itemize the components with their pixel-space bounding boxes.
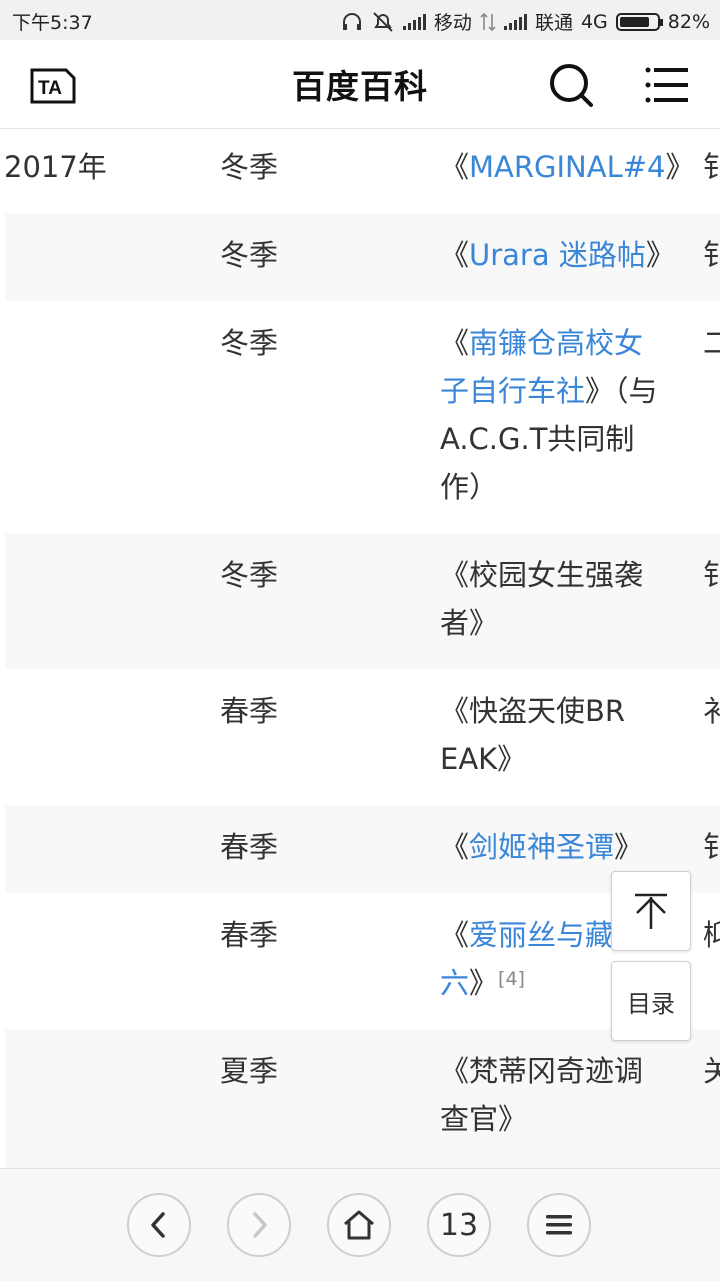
table-row: 2017年 冬季 《MARGINAL#4》 钅 [0, 129, 720, 213]
forward-button[interactable] [227, 1193, 291, 1257]
carrier-2: 联通 [534, 12, 573, 34]
title-cell: 《剑姬神圣谭》 [440, 830, 644, 864]
app-header: TA 百度百科 [0, 40, 720, 129]
network-type: 4G [580, 10, 608, 33]
chevron-left-icon [151, 1212, 165, 1238]
hamburger-icon [546, 1215, 572, 1235]
status-bar: 下午5:37 移动 联通 4G 82% [0, 0, 720, 40]
home-button[interactable] [327, 1193, 391, 1257]
signal-icon-1 [402, 13, 426, 30]
title-cell: 《MARGINAL#4》 [440, 150, 695, 184]
title-cell: 《Urara 迷路帖》 [440, 238, 675, 272]
status-right: 移动 联通 4G 82% [341, 8, 710, 35]
extra-cell: 钅 [703, 558, 720, 592]
season-cell: 春季 [220, 830, 279, 864]
table-row: 冬季 《校园女生强袭者》 钅 [0, 533, 720, 669]
pages-button[interactable]: 13 [427, 1193, 491, 1257]
season-cell: 冬季 [220, 238, 279, 272]
arrow-up-icon [635, 893, 667, 929]
title-link[interactable]: Urara 迷路帖 [469, 238, 646, 272]
page-title: 百度百科 [292, 67, 428, 106]
table-row: 春季 《快盗天使BREAK》 衤 [0, 669, 720, 805]
battery-icon [615, 12, 663, 31]
title-cell: 《梵蒂冈奇迹调查官》 [440, 1054, 644, 1136]
extra-cell: 二 [703, 326, 720, 360]
headphone-icon [342, 12, 361, 30]
title-cell: 《校园女生强袭者》 [440, 558, 644, 640]
back-to-top-button[interactable] [611, 871, 691, 951]
table-row: 冬季 《Urara 迷路帖》 钅 [0, 213, 720, 301]
extra-cell: 枊 [703, 918, 720, 952]
toc-button[interactable]: 目录 [611, 961, 691, 1041]
signal-icon-2 [503, 13, 527, 30]
reference-mark[interactable]: [4] [498, 968, 525, 990]
home-icon [344, 1210, 374, 1240]
season-cell: 夏季 [220, 1054, 279, 1088]
extra-cell: 衤 [703, 694, 720, 728]
table-row: 冬季 《南镰仓高校女子自行车社》（与A.C.G.T共同制作） 二 [0, 301, 720, 533]
menu-icon[interactable] [644, 66, 690, 104]
title-link[interactable]: 剑姬神圣谭 [469, 830, 614, 864]
status-time: 下午5:37 [12, 12, 93, 34]
search-icon[interactable] [548, 62, 594, 108]
page-count: 13 [439, 1207, 479, 1243]
season-cell: 冬季 [220, 326, 279, 360]
extra-cell: 钅 [703, 830, 720, 864]
mute-alarm-icon [373, 11, 393, 32]
year-cell: 2017年 [4, 150, 107, 184]
season-cell: 春季 [220, 694, 279, 728]
title-link[interactable]: MARGINAL#4 [469, 150, 665, 184]
toc-label: 目录 [627, 989, 675, 1018]
season-cell: 春季 [220, 918, 279, 952]
battery-percent: 82% [667, 10, 710, 33]
carrier-1: 移动 [433, 12, 472, 34]
title-cell: 《南镰仓高校女子自行车社》（与A.C.G.T共同制作） [440, 326, 658, 504]
extra-cell: 钅 [703, 238, 720, 272]
season-cell: 冬季 [220, 558, 279, 592]
chevron-right-icon [253, 1212, 267, 1238]
menu-button[interactable] [527, 1193, 591, 1257]
back-button[interactable] [127, 1193, 191, 1257]
title-cell: 《快盗天使BREAK》 [440, 694, 626, 776]
table-row: 夏季 《梵蒂冈奇迹调查官》 关 [0, 1029, 720, 1169]
bottom-nav-bar: 13 [0, 1168, 720, 1281]
extra-cell: 关 [703, 1054, 720, 1088]
extra-cell: 钅 [703, 150, 720, 184]
data-arrows-icon [480, 12, 496, 31]
season-cell: 冬季 [220, 150, 279, 184]
